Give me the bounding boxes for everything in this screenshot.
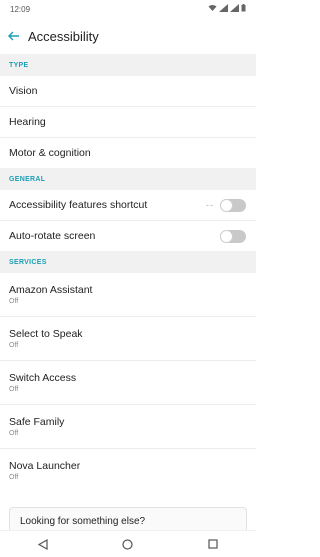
- page-title: Accessibility: [28, 28, 99, 44]
- row-label: Safe Family: [9, 416, 65, 428]
- row-label: Amazon Assistant: [9, 284, 93, 296]
- wifi-icon: [208, 4, 217, 14]
- list-item-auto-rotate[interactable]: Auto-rotate screen: [0, 221, 256, 251]
- list-item-select-to-speak[interactable]: Select to Speak Off: [0, 317, 256, 361]
- row-label: Select to Speak: [9, 328, 83, 340]
- list-item-safe-family[interactable]: Safe Family Off: [0, 405, 256, 449]
- navigation-bar: [0, 530, 256, 557]
- toggle-knob: [220, 229, 233, 243]
- status-icons: [208, 4, 246, 14]
- toggle-switch[interactable]: [220, 229, 246, 243]
- recents-square-icon[interactable]: [198, 534, 228, 554]
- row-status: Off: [9, 430, 19, 437]
- status-bar: 12:09: [0, 0, 256, 18]
- list-item-vision[interactable]: Vision: [0, 76, 256, 107]
- row-label: Vision: [9, 85, 38, 97]
- divider-dashes: --: [206, 200, 214, 210]
- signal-icon-2: [230, 4, 239, 14]
- list-item-motor-cognition[interactable]: Motor & cognition: [0, 138, 256, 168]
- list-item-hearing[interactable]: Hearing: [0, 107, 256, 138]
- section-header-services: SERVICES: [0, 251, 256, 273]
- home-circle-icon[interactable]: [113, 534, 143, 554]
- search-card-text: Looking for something else?: [20, 515, 146, 527]
- row-label: Nova Launcher: [9, 460, 81, 472]
- signal-icon: [219, 4, 228, 14]
- list-item-nova-launcher[interactable]: Nova Launcher Off: [0, 449, 256, 492]
- row-label: Switch Access: [9, 372, 77, 384]
- list-item-accessibility-shortcut[interactable]: Accessibility features shortcut --: [0, 190, 256, 221]
- arrow-left-icon[interactable]: [8, 28, 26, 44]
- row-label: Auto-rotate screen: [9, 230, 96, 242]
- back-triangle-icon[interactable]: [28, 534, 58, 554]
- row-status: Off: [9, 342, 19, 349]
- row-status: Off: [9, 386, 19, 393]
- status-time: 12:09: [10, 4, 31, 14]
- app-bar: Accessibility: [0, 18, 256, 54]
- section-header-general: GENERAL: [0, 168, 256, 190]
- row-status: Off: [9, 298, 19, 305]
- battery-icon: [241, 4, 246, 14]
- toggle-switch[interactable]: [220, 198, 246, 212]
- list-item-amazon-assistant[interactable]: Amazon Assistant Off: [0, 273, 256, 317]
- row-label: Accessibility features shortcut: [9, 199, 148, 211]
- list-item-switch-access[interactable]: Switch Access Off: [0, 361, 256, 405]
- row-label: Hearing: [9, 116, 46, 128]
- row-label: Motor & cognition: [9, 147, 91, 159]
- row-status: Off: [9, 474, 19, 481]
- toggle-knob: [220, 198, 233, 212]
- section-header-type: TYPE: [0, 54, 256, 76]
